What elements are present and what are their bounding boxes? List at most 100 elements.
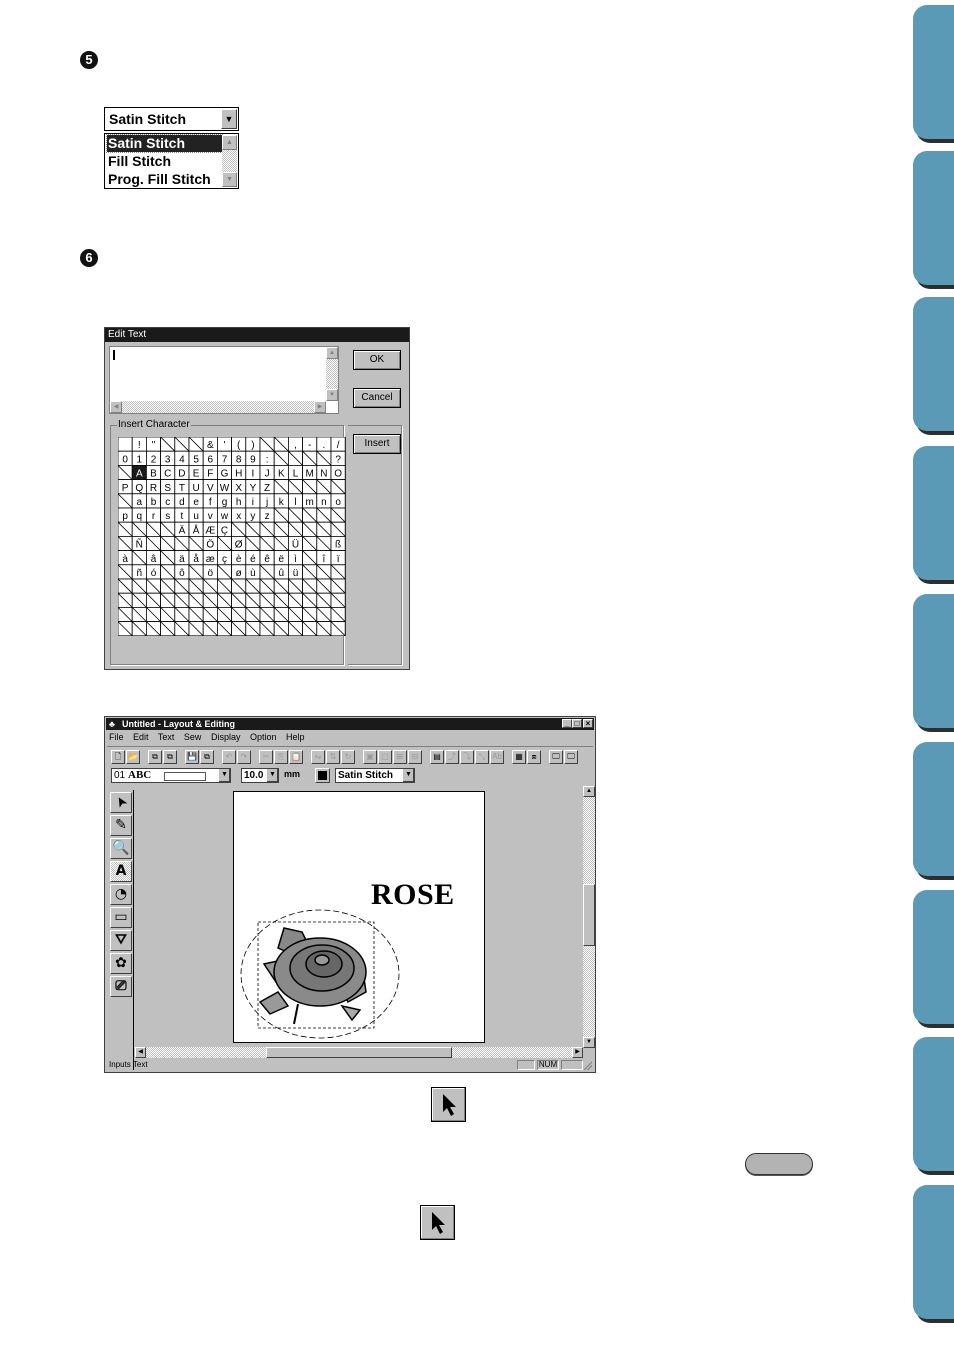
char-cell[interactable]: Æ <box>202 521 218 537</box>
char-cell[interactable]: " <box>145 437 161 452</box>
dropdown-arrow-icon[interactable]: ▼ <box>221 109 237 129</box>
rose-embroidery[interactable] <box>234 792 484 1042</box>
char-cell[interactable] <box>330 578 346 594</box>
scroll-up-icon[interactable]: ▲ <box>222 135 237 150</box>
save-icon[interactable]: 💾 <box>185 750 199 764</box>
char-cell[interactable] <box>273 606 289 622</box>
char-cell[interactable] <box>174 592 190 608</box>
char-cell[interactable]: L <box>287 464 303 480</box>
char-cell[interactable]: ô <box>174 564 190 580</box>
char-cell[interactable] <box>118 437 133 452</box>
char-cell[interactable] <box>316 536 332 552</box>
char-cell[interactable]: & <box>202 437 218 452</box>
menu-sew[interactable]: Sew <box>184 732 202 742</box>
char-cell[interactable]: M <box>302 464 318 480</box>
char-cell[interactable] <box>217 606 233 622</box>
zoom-icon[interactable]: 🔍 <box>110 838 132 859</box>
char-cell[interactable] <box>217 536 233 552</box>
char-cell[interactable]: ï <box>330 550 346 566</box>
char-cell[interactable] <box>259 536 275 552</box>
char-cell[interactable] <box>316 564 332 580</box>
char-cell[interactable]: d <box>174 493 190 509</box>
char-cell[interactable]: G <box>217 464 233 480</box>
char-cell[interactable]: I <box>245 464 261 480</box>
char-cell[interactable]: P <box>118 479 133 495</box>
design-page[interactable]: ROSE <box>233 791 485 1043</box>
char-cell[interactable] <box>118 536 133 552</box>
char-cell[interactable] <box>287 521 303 537</box>
char-cell[interactable]: e <box>188 493 204 509</box>
char-cell[interactable]: ó <box>145 564 161 580</box>
char-cell[interactable] <box>160 536 176 552</box>
maximize-icon[interactable]: □ <box>572 719 582 728</box>
list-scrollbar[interactable]: ▲ ▼ <box>222 135 237 187</box>
char-cell[interactable] <box>245 536 261 552</box>
char-cell[interactable]: b <box>145 493 161 509</box>
horizontal-scroll-thumb[interactable] <box>266 1047 452 1058</box>
scroll-down-icon[interactable]: ▼ <box>222 172 237 187</box>
list-item[interactable]: Fill Stitch <box>107 153 171 170</box>
char-cell[interactable]: ? <box>330 450 346 466</box>
side-tab[interactable] <box>913 5 954 139</box>
char-cell[interactable]: T <box>174 479 190 495</box>
fit-path-icon[interactable]: ⤴ <box>445 750 459 764</box>
char-cell[interactable] <box>302 606 318 622</box>
new-icon[interactable]: 🗋 <box>111 750 125 764</box>
char-cell[interactable] <box>330 606 346 622</box>
dropdown-arrow-icon[interactable]: ▼ <box>402 769 414 782</box>
char-cell[interactable]: m <box>302 493 318 509</box>
mirror-icon[interactable]: ⇋ <box>311 750 325 764</box>
char-cell[interactable]: J <box>259 464 275 480</box>
char-cell[interactable] <box>316 507 332 523</box>
char-cell[interactable]: 0 <box>118 450 133 466</box>
char-cell[interactable] <box>330 564 346 580</box>
char-cell[interactable] <box>316 450 332 466</box>
select-arrow-icon[interactable]: ➤ <box>110 792 132 813</box>
flip-icon[interactable]: ⇅ <box>326 750 340 764</box>
char-cell[interactable] <box>174 621 190 636</box>
ok-button[interactable]: OK <box>353 350 401 370</box>
char-cell[interactable] <box>118 521 133 537</box>
stitch-type-list[interactable]: Satin Stitch Fill Stitch Prog. Fill Stit… <box>104 133 239 189</box>
char-cell[interactable] <box>145 578 161 594</box>
char-cell[interactable] <box>316 621 332 636</box>
char-cell[interactable]: i <box>245 493 261 509</box>
stitch-icon[interactable]: ⧈ <box>527 750 541 764</box>
char-cell[interactable] <box>145 536 161 552</box>
char-cell[interactable] <box>160 621 176 636</box>
char-cell[interactable]: p <box>118 507 133 523</box>
text-path-icon[interactable]: ⤵ <box>460 750 474 764</box>
char-cell[interactable] <box>231 621 247 636</box>
scroll-up-icon[interactable]: ▲ <box>326 347 338 359</box>
char-cell[interactable] <box>273 521 289 537</box>
char-cell[interactable]: w <box>217 507 233 523</box>
char-cell[interactable] <box>160 521 176 537</box>
char-cell[interactable] <box>118 578 133 594</box>
char-cell[interactable]: Ö <box>202 536 218 552</box>
char-cell[interactable] <box>231 578 247 594</box>
char-cell[interactable]: ö <box>202 564 218 580</box>
text-vscrollbar[interactable]: ▲ ▼ <box>326 347 338 401</box>
char-cell[interactable]: î <box>316 550 332 566</box>
char-cell[interactable] <box>145 606 161 622</box>
scroll-up-icon[interactable]: ▲ <box>583 786 595 797</box>
char-cell[interactable]: n <box>316 493 332 509</box>
char-cell[interactable] <box>160 592 176 608</box>
char-cell[interactable] <box>302 564 318 580</box>
char-cell[interactable]: Ç <box>217 521 233 537</box>
char-cell[interactable]: 7 <box>217 450 233 466</box>
char-cell[interactable]: : <box>259 450 275 466</box>
char-cell[interactable] <box>131 521 147 537</box>
char-cell[interactable] <box>273 450 289 466</box>
char-cell[interactable] <box>287 592 303 608</box>
char-cell[interactable]: Å <box>188 521 204 537</box>
char-cell[interactable] <box>231 592 247 608</box>
vertical-scrollbar[interactable]: ▲ ▼ <box>583 786 595 1048</box>
char-cell[interactable] <box>245 521 261 537</box>
char-cell[interactable] <box>287 450 303 466</box>
char-cell[interactable]: 6 <box>202 450 218 466</box>
char-cell[interactable] <box>188 606 204 622</box>
char-cell[interactable]: U <box>188 479 204 495</box>
char-cell[interactable]: è <box>231 550 247 566</box>
char-cell[interactable] <box>287 621 303 636</box>
